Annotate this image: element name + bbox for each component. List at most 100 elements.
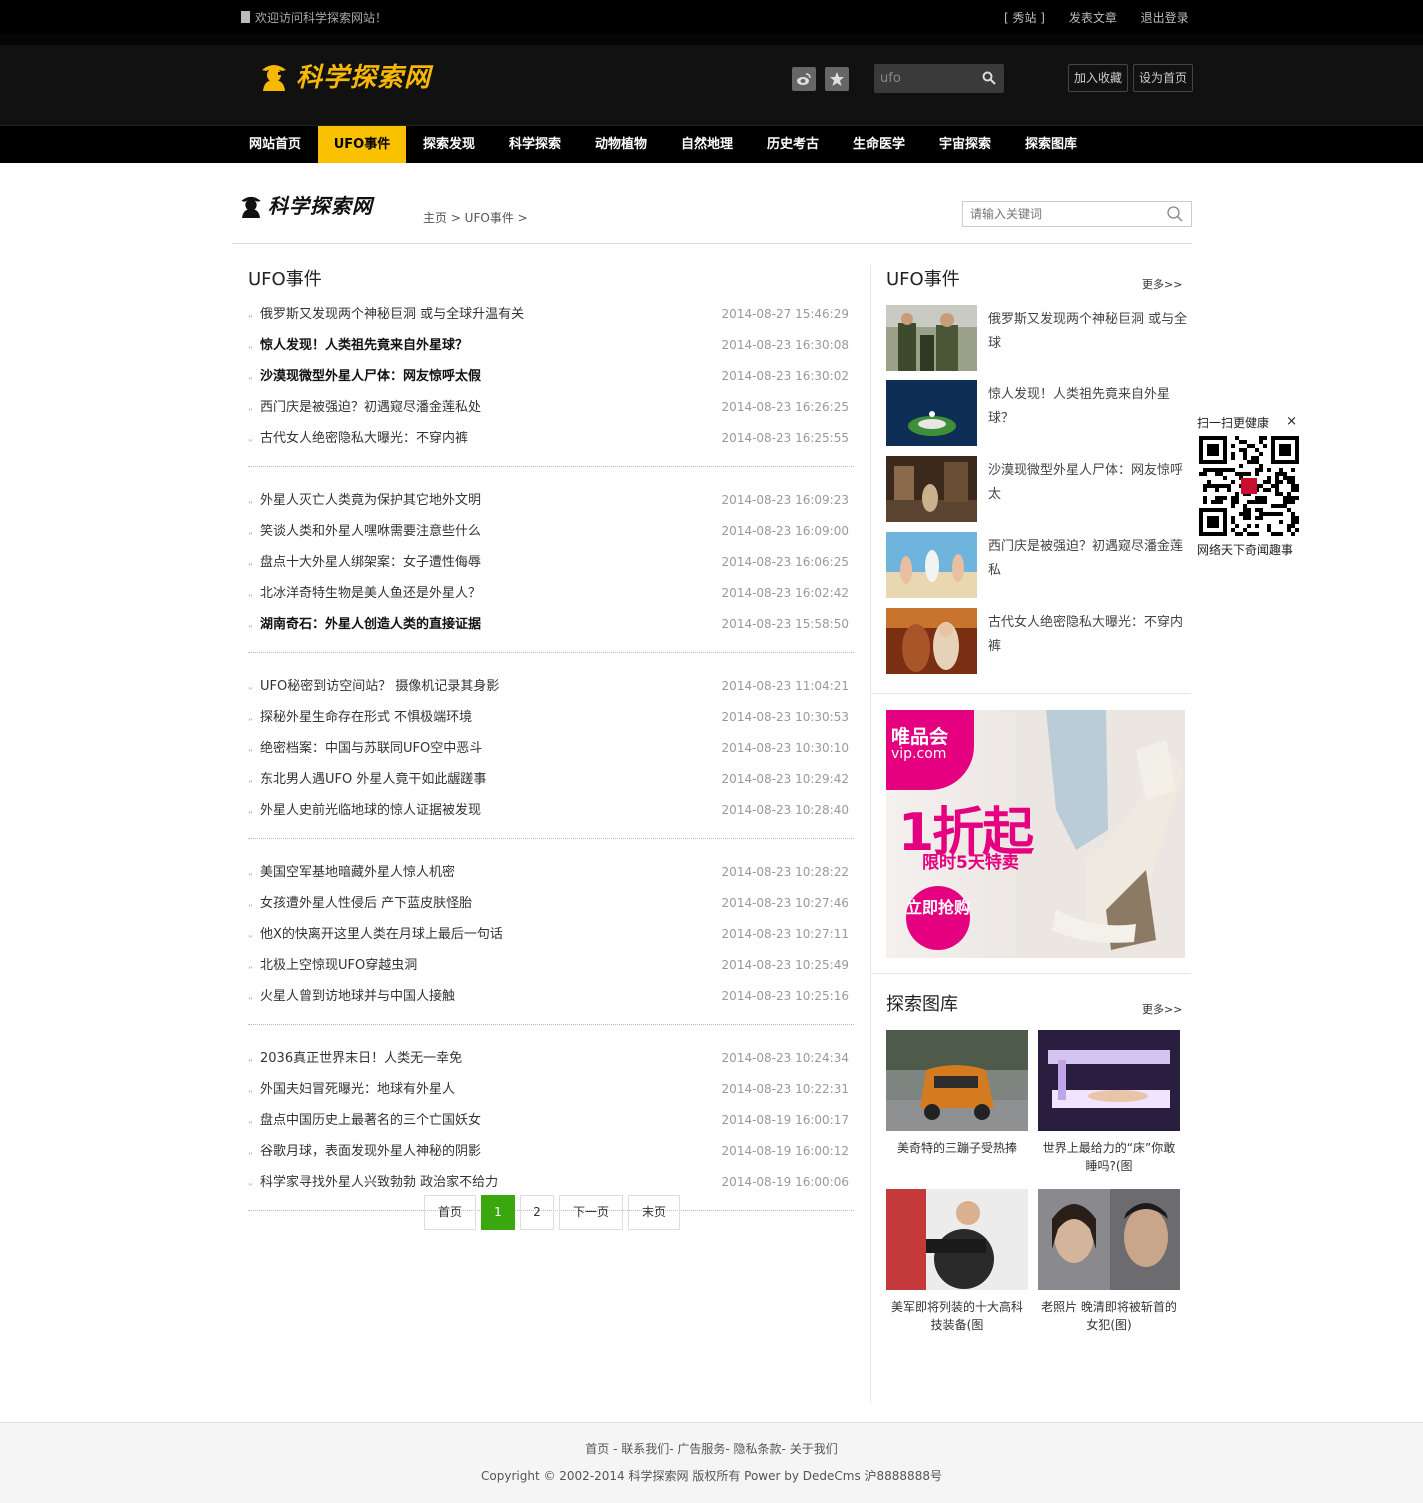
side-item[interactable]: 西门庆是被强迫？初遇窥尽潘金莲私 [886,532,1191,598]
nav-item-universe[interactable]: 宇宙探索 [922,126,1008,163]
faces-image [1038,1189,1180,1290]
article-title[interactable]: 火星人曾到访地球并与中国人接触 [260,981,455,1012]
table-row[interactable]: ” 沙漠现微型外星人尸体：网友惊呼太假 2014-08-23 16:30:02 [248,361,854,392]
document-icon [241,11,250,23]
table-row[interactable]: ” 谷歌月球，表面发现外星人神秘的阴影 2014-08-19 16:00:12 [248,1136,854,1167]
table-row[interactable]: ” 北冰洋奇特生物是美人鱼还是外星人？ 2014-08-23 16:02:42 [248,578,854,609]
article-title[interactable]: 古代女人绝密隐私大曝光：不穿内裤 [260,423,468,454]
article-title[interactable]: 笑谈人类和外星人嘿咻需要注意些什么 [260,516,481,547]
logout-link[interactable]: 退出登录 [1141,11,1189,25]
table-row[interactable]: ” 西门庆是被强迫？初遇窥尽潘金莲私处 2014-08-23 16:26:25 [248,392,854,423]
search-icon[interactable] [1166,205,1184,227]
article-title[interactable]: 西门庆是被强迫？初遇窥尽潘金莲私处 [260,392,481,423]
article-title[interactable]: 俄罗斯又发现两个神秘巨洞 或与全球升温有关 [260,299,524,330]
nav-item-archaeology[interactable]: 历史考古 [750,126,836,163]
table-row[interactable]: ” 绝密档案：中国与苏联同UFO空中恶斗 2014-08-23 10:30:10 [248,733,854,764]
gallery-item[interactable]: 美军即将列装的十大高科技装备(图 [886,1189,1028,1334]
nav-item-ufo[interactable]: UFO事件 [318,126,406,163]
article-title[interactable]: 外星人灭亡人类竟为保护其它地外文明 [260,485,481,516]
table-row[interactable]: ” 惊人发现！人类祖先竟来自外星球？ 2014-08-23 16:30:08 [248,330,854,361]
nav-item-medicine[interactable]: 生命医学 [836,126,922,163]
gallery-item[interactable]: 老照片 晚清即将被斩首的女犯(图) [1038,1189,1180,1334]
article-title[interactable]: 美国空军基地暗藏外星人惊人机密 [260,857,455,888]
table-row[interactable]: ” 2036真正世界末日！人类无一幸免 2014-08-23 10:24:34 [248,1043,854,1074]
article-title[interactable]: 谷歌月球，表面发现外星人神秘的阴影 [260,1136,481,1167]
ad-buy-button[interactable]: 立即抢购 [906,886,970,950]
table-row[interactable]: ” 外星人史前光临地球的惊人证据被发现 2014-08-23 10:28:40 [248,795,854,826]
table-row[interactable]: ” 火星人曾到访地球并与中国人接触 2014-08-23 10:25:16 [248,981,854,1012]
star-icon[interactable] [825,67,849,91]
page-2-button[interactable]: 2 [520,1195,554,1230]
keyword-search-input[interactable] [970,206,1160,222]
page-last-button[interactable]: 末页 [628,1195,680,1230]
side-item[interactable]: 古代女人绝密隐私大曝光：不穿内裤 [886,608,1191,674]
post-article-link[interactable]: 发表文章 [1069,11,1117,25]
nav-item-animals-plants[interactable]: 动物植物 [578,126,664,163]
page-1-button[interactable]: 1 [481,1195,515,1230]
article-title[interactable]: 盘点中国历史上最著名的三个亡国妖女 [260,1105,481,1136]
side-item[interactable]: 俄罗斯又发现两个神秘巨洞 或与全球 [886,305,1191,371]
article-title[interactable]: 北极上空惊现UFO穿越虫洞 [260,950,417,981]
gallery-item[interactable]: 美奇特的三蹦子受热捧 [886,1030,1028,1157]
table-row[interactable]: ” UFO秘密到访空间站？ 摄像机记录其身影 2014-08-23 11:04:21 [248,671,854,702]
article-title[interactable]: UFO秘密到访空间站？ 摄像机记录其身影 [260,671,499,702]
header-search-input[interactable] [880,69,975,88]
close-icon[interactable]: × [1286,414,1297,429]
nav-item-home[interactable]: 网站首页 [232,126,318,163]
table-row[interactable]: ” 俄罗斯又发现两个神秘巨洞 或与全球升温有关 2014-08-27 15:46:2… [248,299,854,330]
weibo-icon[interactable] [792,67,816,91]
table-row[interactable]: ” 美国空军基地暗藏外星人惊人机密 2014-08-23 10:28:22 [248,857,854,888]
side-more-link[interactable]: 更多>> [1142,276,1182,292]
site-logo[interactable]: 科学探索网 [258,57,431,93]
vip-ad-banner[interactable]: 唯品会 vip.com 1折起 限时5天特卖 立即抢购 [886,710,1185,958]
article-title[interactable]: 东北男人遇UFO 外星人竟干如此龌蹉事 [260,764,486,795]
table-row[interactable]: ” 他X的快离开这里人类在月球上最后一句话 2014-08-23 10:27:11 [248,919,854,950]
nav-item-discovery[interactable]: 探索发现 [406,126,492,163]
page-next-button[interactable]: 下一页 [559,1195,623,1230]
article-title[interactable]: 盘点十大外星人绑架案：女子遭性侮辱 [260,547,481,578]
nav-item-geography[interactable]: 自然地理 [664,126,750,163]
article-title[interactable]: 外国夫妇冒死曝光：地球有外星人 [260,1074,455,1105]
add-favorite-button[interactable]: 加入收藏 [1068,64,1129,92]
table-row[interactable]: ” 女孩遭外星人性侵后 产下蓝皮肤怪胎 2014-08-23 10:27:46 [248,888,854,919]
gallery-more-link[interactable]: 更多>> [1142,1001,1182,1017]
nav-item-science[interactable]: 科学探索 [492,126,578,163]
page-first-button[interactable]: 首页 [424,1195,476,1230]
article-title[interactable]: 他X的快离开这里人类在月球上最后一句话 [260,919,503,950]
article-title[interactable]: 湖南奇石：外星人创造人类的直接证据 [260,609,481,640]
gallery-item[interactable]: 世界上最给力的“床”你敢睡吗?(图 [1038,1030,1180,1175]
breadcrumb[interactable]: 主页 > UFO事件 > [423,209,528,226]
article-title[interactable]: 女孩遭外星人性侵后 产下蓝皮肤怪胎 [260,888,472,919]
side-item[interactable]: 沙漠现微型外星人尸体：网友惊呼太 [886,456,1191,522]
article-title[interactable]: 北冰洋奇特生物是美人鱼还是外星人？ [260,578,481,609]
article-date: 2014-08-19 16:00:06 [721,1175,849,1189]
table-row[interactable]: ” 外星人灭亡人类竟为保护其它地外文明 2014-08-23 16:09:23 [248,485,854,516]
footer-links[interactable]: 首页 - 联系我们- 广告服务- 隐私条款- 关于我们 [0,1440,1423,1457]
content-logo[interactable]: 科学探索网 [238,190,373,219]
table-row[interactable]: ” 北极上空惊现UFO穿越虫洞 2014-08-23 10:25:49 [248,950,854,981]
search-icon[interactable] [982,70,996,89]
table-row[interactable]: ” 科学家寻找外星人兴致勃勃 政治家不给力 2014-08-19 16:00:06 [248,1167,854,1198]
article-title[interactable]: 绝密档案：中国与苏联同UFO空中恶斗 [260,733,482,764]
table-row[interactable]: ” 外国夫妇冒死曝光：地球有外星人 2014-08-23 10:22:31 [248,1074,854,1105]
article-title[interactable]: 2036真正世界末日！人类无一幸免 [260,1043,462,1074]
table-row[interactable]: ” 东北男人遇UFO 外星人竟干如此龌蹉事 2014-08-23 10:29:42 [248,764,854,795]
xiuzhan-link[interactable]: [ 秀站 ] [1004,11,1045,25]
table-row[interactable]: ” 盘点十大外星人绑架案：女子遭性侮辱 2014-08-23 16:06:25 [248,547,854,578]
side-item[interactable]: 惊人发现！人类祖先竟来自外星球？ [886,380,1191,446]
article-title[interactable]: 沙漠现微型外星人尸体：网友惊呼太假 [260,361,481,392]
table-row[interactable]: ” 湖南奇石：外星人创造人类的直接证据 2014-08-23 15:58:50 [248,609,854,640]
table-row[interactable]: ” 笑谈人类和外星人嘿咻需要注意些什么 2014-08-23 16:09:00 [248,516,854,547]
table-row[interactable]: ” 探秘外星生命存在形式 不惧极端环境 2014-08-23 10:30:53 [248,702,854,733]
article-title[interactable]: 科学家寻找外星人兴致勃勃 政治家不给力 [260,1167,498,1198]
side-item-title: 沙漠现微型外星人尸体：网友惊呼太 [988,463,1184,502]
table-row[interactable]: ” 盘点中国历史上最著名的三个亡国妖女 2014-08-19 16:00:17 [248,1105,854,1136]
article-group: ” 俄罗斯又发现两个神秘巨洞 或与全球升温有关 2014-08-27 15:46:2… [248,299,854,467]
article-title[interactable]: 外星人史前光临地球的惊人证据被发现 [260,795,481,826]
article-title[interactable]: 惊人发现！人类祖先竟来自外星球？ [260,330,468,361]
table-row[interactable]: ” 古代女人绝密隐私大曝光：不穿内裤 2014-08-23 16:25:55 [248,423,854,454]
article-title[interactable]: 探秘外星生命存在形式 不惧极端环境 [260,702,472,733]
nav-item-gallery[interactable]: 探索图库 [1008,126,1094,163]
side-title: UFO事件 [886,269,960,290]
set-home-button[interactable]: 设为首页 [1133,64,1194,92]
